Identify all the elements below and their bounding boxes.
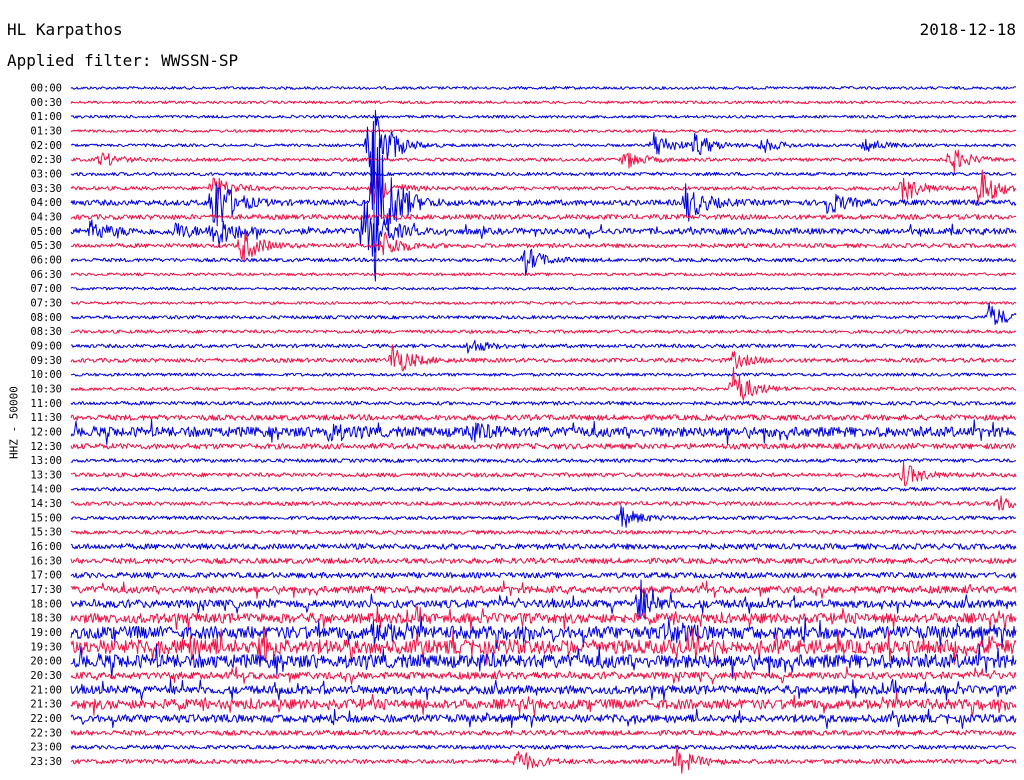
time-tick-1630: 16:30 bbox=[30, 555, 62, 567]
trace-0630 bbox=[70, 272, 1017, 277]
trace-0100 bbox=[70, 114, 1017, 119]
trace-2130 bbox=[70, 691, 1017, 718]
time-tick-0530: 05:30 bbox=[30, 240, 62, 252]
trace-0230 bbox=[70, 149, 1017, 173]
trace-1830 bbox=[70, 605, 1017, 631]
time-tick-1030: 10:30 bbox=[30, 383, 62, 395]
trace-1100 bbox=[70, 400, 1017, 406]
trace-1030 bbox=[70, 366, 1017, 401]
trace-0900 bbox=[70, 339, 1017, 354]
time-tick-1130: 11:30 bbox=[30, 412, 62, 424]
trace-1330 bbox=[70, 461, 1017, 487]
time-tick-1830: 18:30 bbox=[30, 613, 62, 625]
time-tick-0330: 03:30 bbox=[30, 183, 62, 195]
trace-1700 bbox=[70, 571, 1017, 579]
trace-1600 bbox=[70, 543, 1017, 550]
trace-0930 bbox=[70, 344, 1017, 372]
time-tick-0630: 06:30 bbox=[30, 269, 62, 281]
time-tick-2100: 21:00 bbox=[30, 684, 62, 696]
trace-1300 bbox=[70, 458, 1017, 463]
time-tick-2230: 22:30 bbox=[30, 727, 62, 739]
time-tick-2330: 23:30 bbox=[30, 756, 62, 768]
time-tick-0000: 00:00 bbox=[30, 83, 62, 95]
trace-1200 bbox=[70, 419, 1017, 445]
time-tick-0600: 06:00 bbox=[30, 254, 62, 266]
time-tick-1500: 15:00 bbox=[30, 512, 62, 524]
trace-1730 bbox=[70, 580, 1017, 599]
time-tick-1800: 18:00 bbox=[30, 598, 62, 610]
seismogram-traces bbox=[70, 86, 1017, 774]
trace-1530 bbox=[70, 529, 1017, 535]
trace-0730 bbox=[70, 301, 1017, 305]
time-tick-1000: 10:00 bbox=[30, 369, 62, 381]
time-tick-0030: 00:30 bbox=[30, 97, 62, 109]
trace-2330 bbox=[70, 746, 1017, 774]
trace-1230 bbox=[70, 443, 1017, 450]
time-tick-0200: 02:00 bbox=[30, 140, 62, 152]
time-tick-1230: 12:30 bbox=[30, 441, 62, 453]
trace-0030 bbox=[70, 100, 1017, 105]
time-tick-1700: 17:00 bbox=[30, 570, 62, 582]
trace-1400 bbox=[70, 486, 1017, 492]
trace-1130 bbox=[70, 414, 1017, 421]
time-tick-1100: 11:00 bbox=[30, 398, 62, 410]
time-tick-0430: 04:30 bbox=[30, 211, 62, 223]
trace-2100 bbox=[70, 678, 1017, 701]
time-tick-1600: 16:00 bbox=[30, 541, 62, 553]
time-tick-2000: 20:00 bbox=[30, 656, 62, 668]
time-tick-1300: 13:00 bbox=[30, 455, 62, 467]
time-tick-0900: 09:00 bbox=[30, 340, 62, 352]
time-tick-2130: 21:30 bbox=[30, 699, 62, 711]
time-tick-0130: 01:30 bbox=[30, 125, 62, 137]
time-tick-1730: 17:30 bbox=[30, 584, 62, 596]
trace-2300 bbox=[70, 744, 1017, 750]
time-tick-0700: 07:00 bbox=[30, 283, 62, 295]
time-tick-1930: 19:30 bbox=[30, 641, 62, 653]
time-tick-0930: 09:30 bbox=[30, 355, 62, 367]
time-tick-1430: 14:30 bbox=[30, 498, 62, 510]
time-tick-0730: 07:30 bbox=[30, 297, 62, 309]
time-tick-0300: 03:00 bbox=[30, 168, 62, 180]
trace-2030 bbox=[70, 666, 1017, 685]
trace-0300 bbox=[70, 171, 1017, 177]
trace-0600 bbox=[70, 248, 1017, 276]
time-tick-0800: 08:00 bbox=[30, 312, 62, 324]
seismogram-plot: 00:00 00:30 01:00 01:30 02:00 02:30 03:00 03:30… bbox=[30, 83, 1017, 774]
trace-0800 bbox=[70, 302, 1017, 326]
trace-2230 bbox=[70, 729, 1017, 736]
trace-0000 bbox=[70, 86, 1017, 90]
time-tick-0830: 08:30 bbox=[30, 326, 62, 338]
trace-1430 bbox=[70, 495, 1017, 511]
trace-1630 bbox=[70, 557, 1017, 565]
time-tick-2300: 23:00 bbox=[30, 742, 62, 754]
time-tick-2200: 22:00 bbox=[30, 713, 62, 725]
trace-0700 bbox=[70, 286, 1017, 291]
time-tick-1530: 15:30 bbox=[30, 527, 62, 539]
time-tick-1900: 19:00 bbox=[30, 627, 62, 639]
time-tick-1400: 14:00 bbox=[30, 484, 62, 496]
trace-0830 bbox=[70, 329, 1017, 334]
time-tick-0400: 04:00 bbox=[30, 197, 62, 209]
time-tick-1200: 12:00 bbox=[30, 426, 62, 438]
time-tick-1330: 13:30 bbox=[30, 469, 62, 481]
trace-0130 bbox=[70, 129, 1017, 133]
time-tick-0100: 01:00 bbox=[30, 111, 62, 123]
time-tick-2030: 20:30 bbox=[30, 670, 62, 682]
time-tick-0500: 05:00 bbox=[30, 226, 62, 238]
trace-1800 bbox=[70, 579, 1017, 620]
trace-1500 bbox=[70, 505, 1017, 528]
trace-2200 bbox=[70, 708, 1017, 729]
trace-1000 bbox=[70, 372, 1017, 377]
time-tick-0230: 02:30 bbox=[30, 154, 62, 166]
time-tick-labels: 00:00 00:30 01:00 01:30 02:00 02:30 03:00 03:30… bbox=[30, 83, 62, 769]
